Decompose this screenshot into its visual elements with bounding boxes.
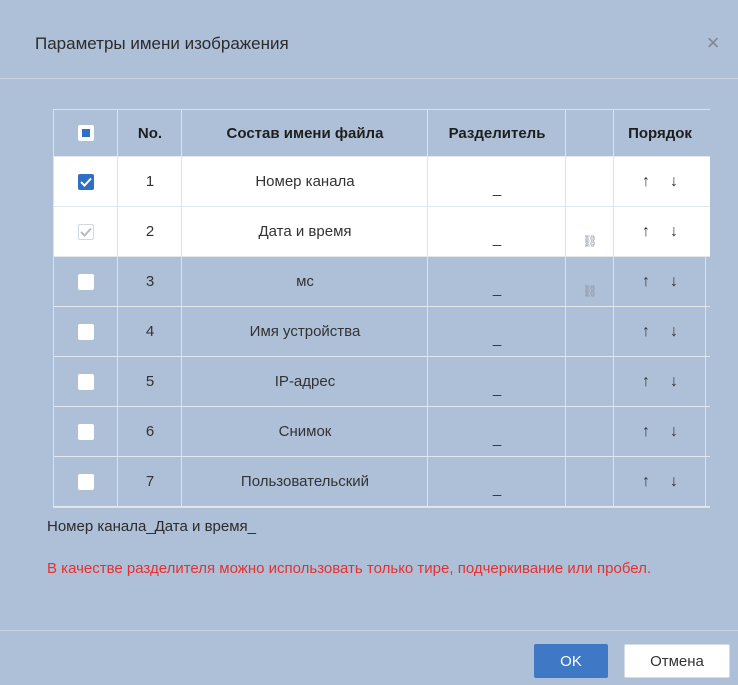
separator-field[interactable]: _ <box>427 307 566 356</box>
row-number: 1 <box>117 157 182 206</box>
separator-value: _ <box>492 180 502 197</box>
header-order: Порядок <box>613 110 706 156</box>
table-row: 3 мс _ ⛓ ↑ ↓ <box>54 257 710 307</box>
table-row: 6 Снимок _ ↑ ↓ <box>54 407 710 457</box>
table-row: 5 IP-адрес _ ↑ ↓ <box>54 357 710 407</box>
select-all-checkbox[interactable] <box>77 125 94 141</box>
filename-components-table: No. Состав имени файла Разделитель Поряд… <box>53 109 710 508</box>
filename-preview: Номер канала_Дата и время_ <box>47 518 256 535</box>
row-component-name: Снимок <box>181 407 428 456</box>
header-link <box>565 110 614 156</box>
separator-field[interactable]: _ <box>427 157 566 206</box>
move-up-icon[interactable]: ↑ <box>642 373 650 391</box>
ok-button[interactable]: OK <box>534 644 608 678</box>
row-checkbox[interactable] <box>77 373 94 390</box>
separator-field[interactable]: _ <box>427 407 566 456</box>
link-icon[interactable]: ⛓ <box>582 266 597 298</box>
row-checkbox[interactable] <box>77 473 94 490</box>
cancel-button[interactable]: Отмена <box>624 644 730 678</box>
header-separator: Разделитель <box>427 110 566 156</box>
table-row: 2 Дата и время _ ⛓ ↑ ↓ <box>54 207 710 257</box>
row-checkbox[interactable] <box>77 273 94 290</box>
move-up-icon[interactable]: ↑ <box>642 223 650 241</box>
row-component-name: Пользовательский <box>181 457 428 506</box>
move-down-icon[interactable]: ↓ <box>670 473 678 491</box>
table-body: 1 Номер канала _ ↑ ↓ 2 Дата и время _ ⛓ ↑ ↓ 3 мс _ ⛓ ↑ ↓… <box>54 157 710 507</box>
row-checkbox[interactable] <box>77 173 94 190</box>
separator-value: _ <box>492 380 502 397</box>
row-number: 6 <box>117 407 182 456</box>
image-name-dialog: Параметры имени изображения × No. Состав… <box>0 0 738 684</box>
move-up-icon[interactable]: ↑ <box>642 173 650 191</box>
dialog-titlebar: Параметры имени изображения × <box>0 0 738 79</box>
separator-field[interactable]: _ <box>427 357 566 406</box>
separator-field[interactable]: _ <box>427 207 566 256</box>
separator-value: _ <box>492 480 502 497</box>
move-down-icon[interactable]: ↓ <box>670 273 678 291</box>
dialog-title: Параметры имени изображения <box>35 34 289 53</box>
row-checkbox[interactable] <box>77 423 94 440</box>
header-name: Состав имени файла <box>181 110 428 156</box>
move-down-icon[interactable]: ↓ <box>670 373 678 391</box>
table-header: No. Состав имени файла Разделитель Поряд… <box>54 110 710 157</box>
separator-field[interactable]: _ <box>427 257 566 306</box>
move-down-icon[interactable]: ↓ <box>670 223 678 241</box>
row-component-name: мс <box>181 257 428 306</box>
separator-value: _ <box>492 280 502 297</box>
separator-value: _ <box>492 430 502 447</box>
separator-warning: В качестве разделителя можно использоват… <box>47 560 652 577</box>
row-number: 5 <box>117 357 182 406</box>
move-up-icon[interactable]: ↑ <box>642 423 650 441</box>
separator-field[interactable]: _ <box>427 457 566 506</box>
row-component-name: Номер канала <box>181 157 428 206</box>
row-checkbox <box>77 223 94 240</box>
row-number: 2 <box>117 207 182 256</box>
separator-value: _ <box>492 330 502 347</box>
move-up-icon[interactable]: ↑ <box>642 323 650 341</box>
row-component-name: IP-адрес <box>181 357 428 406</box>
move-down-icon[interactable]: ↓ <box>670 423 678 441</box>
table-row: 7 Пользовательский _ ↑ ↓ <box>54 457 710 507</box>
table-row: 4 Имя устройства _ ↑ ↓ <box>54 307 710 357</box>
link-icon[interactable]: ⛓ <box>582 216 597 248</box>
separator-value: _ <box>492 230 502 247</box>
row-component-name: Имя устройства <box>181 307 428 356</box>
move-down-icon[interactable]: ↓ <box>670 323 678 341</box>
row-checkbox[interactable] <box>77 323 94 340</box>
row-number: 4 <box>117 307 182 356</box>
row-component-name: Дата и время <box>181 207 428 256</box>
move-up-icon[interactable]: ↑ <box>642 273 650 291</box>
move-down-icon[interactable]: ↓ <box>670 173 678 191</box>
row-number: 7 <box>117 457 182 506</box>
table-row: 1 Номер канала _ ↑ ↓ <box>54 157 710 207</box>
close-icon[interactable]: × <box>700 30 726 56</box>
move-up-icon[interactable]: ↑ <box>642 473 650 491</box>
header-no: No. <box>117 110 182 156</box>
row-number: 3 <box>117 257 182 306</box>
